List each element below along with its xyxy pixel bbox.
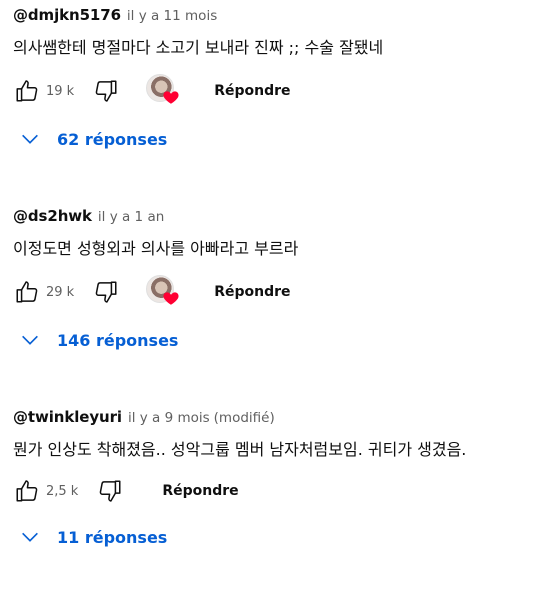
comment-text: 의사쌤한테 명절마다 소고기 보내라 진짜 ;; 수술 잘됐네	[13, 38, 384, 57]
comment-header: @twinkleyuri il y a 9 mois (modifié)	[13, 408, 539, 430]
replies-count: 62 réponses	[57, 129, 168, 149]
dislike-button[interactable]	[92, 77, 120, 105]
comment-actions: 2,5 k Répondre	[13, 473, 539, 509]
chevron-down-icon	[22, 335, 38, 345]
reply-button[interactable]: Répondre	[214, 83, 290, 99]
comment-author[interactable]: @dmjkn5176	[13, 6, 121, 24]
creator-heart-badge	[146, 74, 180, 108]
comment-header: @ds2hwk il y a 1 an	[13, 207, 539, 229]
edited-label: (modifié)	[213, 410, 275, 426]
comment-thread: @twinkleyuri il y a 9 mois (modifié) 뭔가 …	[13, 408, 539, 553]
view-replies-button[interactable]: 62 réponses	[19, 123, 539, 155]
like-button[interactable]	[13, 278, 41, 306]
thumbs-up-icon	[16, 281, 38, 303]
view-replies-button[interactable]: 146 réponses	[19, 324, 539, 356]
comment-text: 뭔가 인상도 착해졌음.. 성악그룹 멤버 남자처럼보임. 귀티가 생겼음.	[13, 440, 467, 459]
thumbs-up-icon	[16, 480, 38, 502]
replies-count: 146 réponses	[57, 330, 179, 350]
comment-author[interactable]: @ds2hwk	[13, 207, 92, 225]
chevron-down-icon	[22, 134, 38, 144]
reply-button[interactable]: Répondre	[214, 284, 290, 300]
comment-timestamp[interactable]: il y a 1 an	[98, 209, 164, 225]
comment-actions: 29 k Répondre	[13, 274, 539, 310]
thumbs-up-icon	[16, 80, 38, 102]
comment-text: 이정도면 성형외과 의사를 아빠라고 부르라	[13, 239, 299, 258]
view-replies-button[interactable]: 11 réponses	[19, 521, 539, 553]
comment-thread: @dmjkn5176 il y a 11 mois 의사쌤한테 명절마다 소고기…	[13, 6, 539, 155]
comment-author[interactable]: @twinkleyuri	[13, 408, 122, 426]
comment-timestamp[interactable]: il y a 9 mois	[128, 410, 210, 426]
dislike-button[interactable]	[92, 278, 120, 306]
thumbs-down-icon	[95, 80, 117, 102]
like-count: 2,5 k	[46, 483, 79, 499]
creator-heart-badge	[146, 275, 180, 309]
comment-timestamp[interactable]: il y a 11 mois	[127, 8, 217, 24]
like-count: 19 k	[46, 83, 75, 99]
like-button[interactable]	[13, 477, 41, 505]
comments-list: @dmjkn5176 il y a 11 mois 의사쌤한테 명절마다 소고기…	[0, 0, 549, 609]
comment-header: @dmjkn5176 il y a 11 mois	[13, 6, 539, 28]
like-button[interactable]	[13, 77, 41, 105]
thumbs-down-icon	[95, 281, 117, 303]
reply-button[interactable]: Répondre	[162, 483, 238, 499]
dislike-button[interactable]	[96, 477, 124, 505]
heart-icon	[163, 91, 179, 104]
replies-count: 11 réponses	[57, 527, 168, 547]
comment-actions: 19 k Répondre	[13, 73, 539, 109]
thumbs-down-icon	[100, 480, 121, 502]
like-count: 29 k	[46, 284, 75, 300]
heart-icon	[163, 292, 179, 305]
comment-thread: @ds2hwk il y a 1 an 이정도면 성형외과 의사를 아빠라고 부…	[13, 207, 539, 356]
chevron-down-icon	[22, 532, 38, 542]
